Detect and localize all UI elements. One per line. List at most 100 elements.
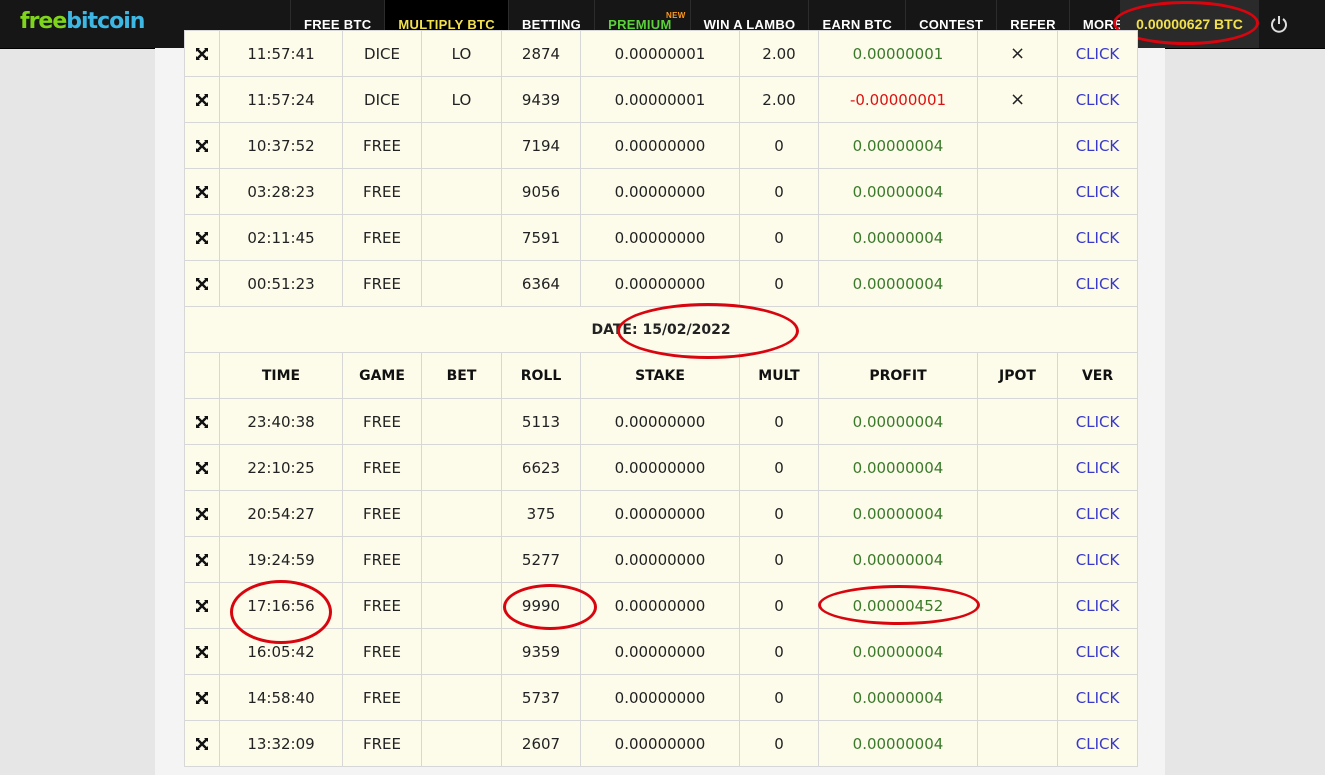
mult-cell: 0 <box>739 122 819 169</box>
verify-click-link[interactable]: CLICK <box>1056 628 1139 675</box>
expand-icon <box>196 47 208 60</box>
mult-cell: 0 <box>739 398 819 445</box>
header-time: TIME <box>219 352 343 399</box>
jpot-cell: × <box>977 30 1058 77</box>
jpot-cell <box>977 122 1058 169</box>
profit-cell: 0.00000004 <box>818 444 978 491</box>
balance-display[interactable]: 0.00000627 BTC <box>1120 0 1259 48</box>
header-jpot: JPOT <box>977 352 1058 399</box>
expand-row-button[interactable] <box>184 444 220 491</box>
header-roll: ROLL <box>501 352 581 399</box>
time-cell: 02:11:45 <box>219 214 343 261</box>
table-row: 03:28:23 FREE 9056 0.00000000 0 0.00000004 CLI… <box>184 168 1138 215</box>
verify-click-link[interactable]: CLICK <box>1056 398 1139 445</box>
date-row: DATE: 15/02/2022 <box>183 306 1139 353</box>
jpot-cell <box>977 398 1058 445</box>
bet-cell <box>421 260 502 307</box>
verify-click-link[interactable]: CLICK <box>1057 76 1138 123</box>
freebitcoin-logo[interactable]: freebitcoin <box>20 9 145 34</box>
logout-button[interactable] <box>1262 0 1296 48</box>
expand-icon <box>196 93 208 106</box>
jpot-cell: × <box>977 76 1058 123</box>
expand-icon <box>196 415 208 428</box>
stake-cell: 0.00000000 <box>580 398 740 445</box>
time-cell: 14:58:40 <box>219 674 343 721</box>
jpot-cell <box>977 444 1058 491</box>
mult-cell: 0 <box>739 582 819 629</box>
profit-cell: 0.00000004 <box>818 674 978 721</box>
expand-row-button[interactable] <box>184 214 220 261</box>
expand-row-button[interactable] <box>184 260 220 307</box>
bet-cell <box>421 122 502 169</box>
roll-cell: 9990 <box>501 582 581 629</box>
profit-cell: 0.00000001 <box>818 30 978 77</box>
expand-row-button[interactable] <box>184 720 220 767</box>
verify-click-link[interactable]: CLICK <box>1057 260 1138 307</box>
stake-cell: 0.00000000 <box>580 536 740 583</box>
verify-click-link[interactable]: CLICK <box>1056 674 1139 721</box>
time-cell: 03:28:23 <box>219 168 343 215</box>
verify-click-link[interactable]: CLICK <box>1057 214 1138 261</box>
verify-click-link[interactable]: CLICK <box>1056 720 1139 767</box>
mult-cell: 0 <box>739 444 819 491</box>
roll-cell: 9056 <box>501 168 581 215</box>
logo-bitcoin-text: bitcoin <box>66 9 145 34</box>
stake-cell: 0.00000000 <box>580 490 740 537</box>
expand-icon <box>196 737 208 750</box>
date-label: DATE: 15/02/2022 <box>183 306 1139 353</box>
expand-icon <box>196 461 208 474</box>
verify-click-link[interactable]: CLICK <box>1057 30 1138 77</box>
verify-click-link[interactable]: CLICK <box>1057 122 1138 169</box>
profit-cell: 0.00000004 <box>818 536 978 583</box>
verify-click-link[interactable]: CLICK <box>1057 168 1138 215</box>
expand-row-button[interactable] <box>184 582 220 629</box>
expand-row-button[interactable] <box>184 628 220 675</box>
game-cell: FREE <box>342 490 422 537</box>
time-cell: 16:05:42 <box>219 628 343 675</box>
stake-cell: 0.00000001 <box>580 76 740 123</box>
verify-click-link[interactable]: CLICK <box>1056 582 1139 629</box>
expand-icon <box>196 507 208 520</box>
time-cell: 22:10:25 <box>219 444 343 491</box>
balance-value: 0.00000627 BTC <box>1136 16 1243 32</box>
stake-cell: 0.00000001 <box>580 30 740 77</box>
verify-click-link[interactable]: CLICK <box>1056 536 1139 583</box>
verify-click-link[interactable]: CLICK <box>1056 444 1139 491</box>
profit-cell: 0.00000004 <box>818 260 978 307</box>
time-cell: 20:54:27 <box>219 490 343 537</box>
bet-cell <box>421 444 502 491</box>
jpot-cell <box>977 628 1058 675</box>
roll-cell: 5277 <box>501 536 581 583</box>
table-row: 23:40:38 FREE 5113 0.00000000 0 0.00000004 CLI… <box>184 398 1139 445</box>
verify-click-link[interactable]: CLICK <box>1056 490 1139 537</box>
bet-cell <box>421 582 502 629</box>
table-row: 11:57:24 DICE LO 9439 0.00000001 2.00 -0.00000… <box>184 76 1138 123</box>
profit-cell: 0.00000004 <box>818 398 978 445</box>
roll-cell: 5113 <box>501 398 581 445</box>
expand-row-button[interactable] <box>184 536 220 583</box>
jpot-cell <box>977 674 1058 721</box>
expand-row-button[interactable] <box>184 168 220 215</box>
mult-cell: 0 <box>739 674 819 721</box>
header-bet: BET <box>421 352 502 399</box>
expand-row-button[interactable] <box>184 30 220 77</box>
expand-row-button[interactable] <box>184 76 220 123</box>
game-cell: FREE <box>342 168 422 215</box>
expand-icon <box>196 139 208 152</box>
bet-history-table-previous: 11:57:41 DICE LO 2874 0.00000001 2.00 0.000000… <box>184 30 1138 307</box>
expand-row-button[interactable] <box>184 674 220 721</box>
expand-row-button[interactable] <box>184 122 220 169</box>
mult-cell: 2.00 <box>739 30 819 77</box>
expand-icon <box>196 185 208 198</box>
bet-cell <box>421 674 502 721</box>
stake-cell: 0.00000000 <box>580 168 740 215</box>
stake-cell: 0.00000000 <box>580 260 740 307</box>
table-header-row: TIME GAME BET ROLL STAKE MULT PROFIT JPO… <box>184 352 1139 399</box>
jpot-cell <box>977 168 1058 215</box>
table-row: 02:11:45 FREE 7591 0.00000000 0 0.00000004 CLI… <box>184 214 1138 261</box>
expand-row-button[interactable] <box>184 398 220 445</box>
mult-cell: 2.00 <box>739 76 819 123</box>
bet-cell <box>421 398 502 445</box>
game-cell: FREE <box>342 582 422 629</box>
expand-row-button[interactable] <box>184 490 220 537</box>
